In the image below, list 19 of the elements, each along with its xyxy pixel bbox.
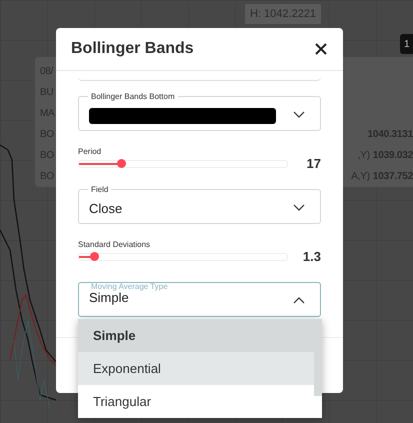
- dropdown-option[interactable]: Simple: [78, 319, 322, 352]
- select-field[interactable]: Moving Average Type Simple: [78, 282, 321, 318]
- field-value: Simple: [89, 290, 129, 306]
- field-label: Bollinger Bands Bottom: [88, 92, 178, 102]
- dialog-title: Bollinger Bands: [71, 40, 194, 58]
- price-badge: 1: [400, 34, 413, 54]
- slider[interactable]: [78, 252, 288, 261]
- field-value: Close: [89, 201, 122, 216]
- slider[interactable]: [78, 160, 288, 168]
- slider-value: 17: [306, 156, 321, 172]
- field-label: Field: [88, 185, 112, 196]
- slider-value: 1.3: [302, 249, 321, 264]
- dropdown-option[interactable]: Triangular: [78, 385, 314, 418]
- slider-label: Period: [78, 147, 102, 156]
- scrollbar[interactable]: [314, 352, 322, 396]
- slider-label: Standard Deviations: [78, 240, 152, 250]
- dropdown-option[interactable]: Exponential: [78, 352, 314, 385]
- field-label: Moving Average Type: [90, 282, 169, 292]
- close-icon[interactable]: [314, 42, 328, 56]
